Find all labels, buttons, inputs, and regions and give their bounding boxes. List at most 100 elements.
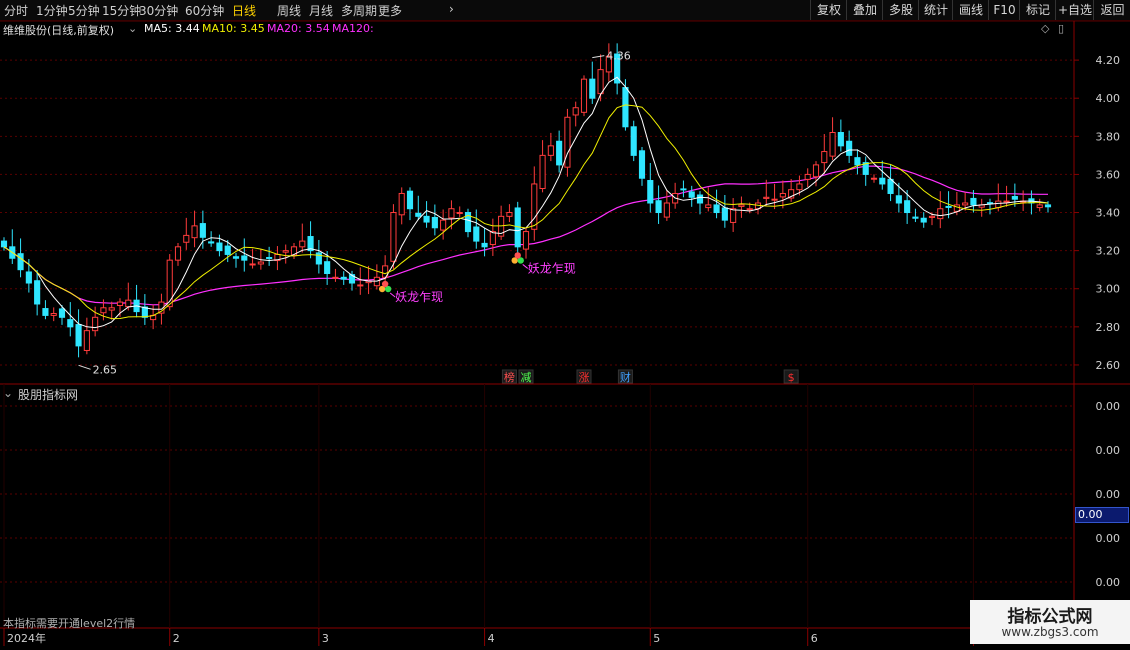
candle-body xyxy=(945,205,952,208)
candle-body xyxy=(821,151,828,164)
candle-body xyxy=(531,183,538,230)
candle-body xyxy=(655,200,662,214)
ma5-value: MA5: 3.44 xyxy=(144,22,200,35)
candle-body xyxy=(597,69,604,95)
candle-body xyxy=(324,261,331,274)
period-tab-6[interactable]: 日线 xyxy=(232,2,256,19)
candle-body xyxy=(50,313,57,316)
tool-button-7[interactable]: +自选 xyxy=(1055,0,1094,20)
candle-body xyxy=(904,200,911,214)
candle-body xyxy=(879,177,886,185)
candle-body xyxy=(423,215,430,223)
candle-body xyxy=(42,308,49,316)
high-price-label: 4.36 xyxy=(606,50,631,63)
candle-body xyxy=(846,140,853,156)
indicator-name[interactable]: 股朋指标网 xyxy=(18,386,78,403)
level2-notice: 本指标需要开通level2行情 xyxy=(3,617,136,630)
candle-body xyxy=(266,256,273,259)
ma20-value: MA20: 3.54 xyxy=(267,22,330,35)
candle-body xyxy=(680,188,687,191)
candle-body xyxy=(232,256,240,259)
high-marker xyxy=(592,55,605,59)
indicator-axis-label: 0.00 xyxy=(1096,532,1121,545)
settings-chevron-icon[interactable]: ⌄ xyxy=(128,22,137,35)
period-toolbar: 分时 1分钟 5分钟 15分钟 30分钟 60分钟 日线 周线 月线 多周期 更多 › 复权 叠加 多股 统计… xyxy=(0,0,1130,21)
candle-body xyxy=(796,183,803,191)
ma10-line xyxy=(3,104,1049,320)
candle-body xyxy=(912,216,919,219)
diamond-icon[interactable]: ◇ xyxy=(1041,22,1049,35)
candle-body xyxy=(928,215,936,218)
watermark-title: 指标公式网 xyxy=(1007,607,1093,627)
candle-body xyxy=(738,204,745,207)
candle-body xyxy=(25,271,32,284)
candle-body xyxy=(398,192,405,216)
period-tab-2[interactable]: 5分钟 xyxy=(68,2,100,19)
candle-body xyxy=(0,240,8,248)
price-tick-label: 3.20 xyxy=(1096,245,1121,258)
candle-body xyxy=(125,299,132,308)
price-tick-label: 4.20 xyxy=(1096,54,1121,67)
candle-body xyxy=(962,202,969,206)
candle-body xyxy=(506,212,513,217)
candle-body xyxy=(887,178,894,194)
candle-body xyxy=(539,154,546,190)
candle-body xyxy=(696,194,704,204)
candle-body xyxy=(1003,200,1010,203)
period-tab-9[interactable]: 多周期 xyxy=(341,2,377,19)
price-tick-label: 3.00 xyxy=(1096,283,1121,296)
candle-body xyxy=(431,216,438,229)
expand-icon[interactable]: ▯ xyxy=(1058,22,1064,35)
candle-body xyxy=(166,259,173,308)
tool-button-3[interactable]: 统计 xyxy=(918,0,953,20)
signal-label: 妖龙乍现 xyxy=(528,260,576,275)
tool-button-0[interactable]: 复权 xyxy=(810,0,847,20)
tool-button-6[interactable]: 标记 xyxy=(1019,0,1056,20)
candle-body xyxy=(705,204,712,209)
candle-body xyxy=(688,191,695,198)
candle-body xyxy=(829,132,836,157)
period-tab-4[interactable]: 30分钟 xyxy=(139,2,178,19)
period-tab-7[interactable]: 周线 xyxy=(277,2,301,19)
candle-body xyxy=(812,164,820,178)
period-tab-1[interactable]: 1分钟 xyxy=(36,2,68,19)
indicator-axis: 0.00 0.00 0.00 0.00 0.00 xyxy=(1096,400,1121,589)
candle-body xyxy=(638,150,646,179)
event-tag-label: 财 xyxy=(620,370,631,384)
price-tick-label: 3.80 xyxy=(1096,130,1121,143)
tool-button-5[interactable]: F10 xyxy=(988,0,1020,20)
period-tab-3[interactable]: 15分钟 xyxy=(102,2,141,19)
period-tab-5[interactable]: 60分钟 xyxy=(185,2,224,19)
candle-body xyxy=(779,192,786,198)
candle-body xyxy=(663,202,670,218)
candle-body xyxy=(580,78,588,113)
candle-body xyxy=(440,219,447,231)
signal-label: 妖龙乍现 xyxy=(395,289,443,304)
candle-body xyxy=(67,319,74,328)
tool-button-1[interactable]: 叠加 xyxy=(846,0,883,20)
tool-button-4[interactable]: 画线 xyxy=(952,0,989,20)
date-tick-label: 6 xyxy=(811,632,818,645)
candle-body xyxy=(108,307,115,311)
candle-body xyxy=(713,204,720,214)
candle-body xyxy=(199,223,206,238)
date-tick-label: 2 xyxy=(173,632,180,645)
price-tick-label: 3.60 xyxy=(1096,168,1121,181)
more-arrow-icon[interactable]: › xyxy=(449,2,454,16)
date-tick-label: 3 xyxy=(322,632,329,645)
watermark-url: www.zbgs3.com xyxy=(1001,625,1099,639)
candle-body xyxy=(589,78,596,99)
tool-button-8[interactable]: 返回 xyxy=(1093,0,1130,20)
candle-body xyxy=(282,250,289,253)
tool-button-2[interactable]: 多股 xyxy=(882,0,919,20)
indicator-chevron-icon[interactable]: ⌄ xyxy=(3,386,13,400)
period-tab-10[interactable]: 更多 xyxy=(378,2,402,19)
event-tag-label: 涨 xyxy=(579,371,590,384)
indicator-axis-label: 0.00 xyxy=(1096,400,1121,413)
candle-body xyxy=(340,276,347,280)
candle-body xyxy=(390,212,397,262)
period-tab-8[interactable]: 月线 xyxy=(309,2,333,19)
indicator-axis-label: 0.00 xyxy=(1096,488,1121,501)
period-tab-0[interactable]: 分时 xyxy=(4,2,28,19)
candle-body xyxy=(83,330,90,351)
